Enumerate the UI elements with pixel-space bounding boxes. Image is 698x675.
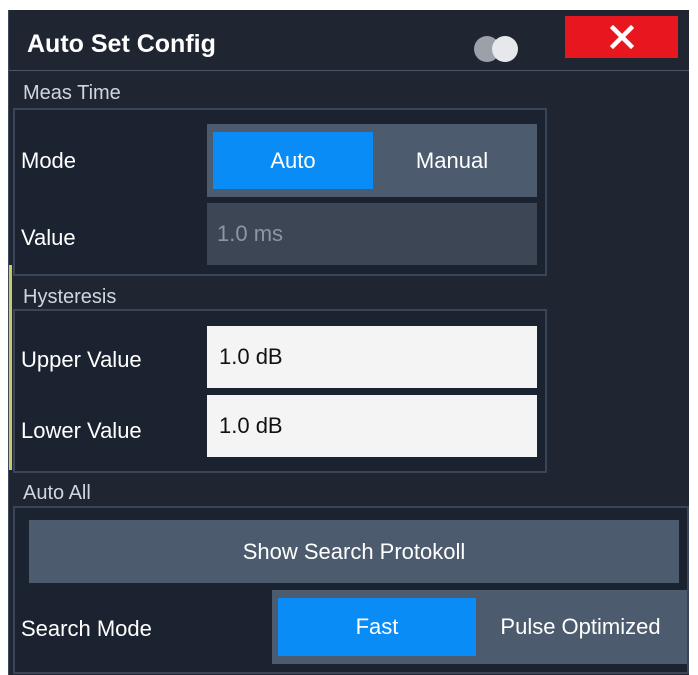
close-button[interactable] <box>565 16 678 58</box>
hysteresis-group: Upper Value 1.0 dB Lower Value 1.0 dB <box>13 309 547 473</box>
auto-all-section-label: Auto All <box>23 482 91 504</box>
meas-time-group: Mode Auto Manual Value 1.0 ms <box>13 108 547 276</box>
hysteresis-section-label: Hysteresis <box>23 286 117 308</box>
mode-label: Mode <box>21 148 77 173</box>
mode-selector: Auto Manual <box>207 124 537 197</box>
meas-time-value-field[interactable]: 1.0 ms <box>207 203 537 265</box>
search-mode-fast-button[interactable]: Fast <box>278 598 476 656</box>
upper-value-field[interactable]: 1.0 dB <box>207 326 537 388</box>
search-mode-label: Search Mode <box>21 616 152 641</box>
search-mode-selector: Fast Pulse Optimized <box>272 590 687 664</box>
lower-value-field[interactable]: 1.0 dB <box>207 395 537 457</box>
value-label: Value <box>21 225 76 250</box>
upper-value-label: Upper Value <box>21 347 142 372</box>
transparency-toggle-icon[interactable] <box>474 36 526 62</box>
auto-all-group: Show Search Protokoll Search Mode Fast P… <box>13 506 689 674</box>
close-icon <box>609 25 634 49</box>
dialog-title: Auto Set Config <box>27 30 216 58</box>
lower-value-label: Lower Value <box>21 418 142 443</box>
auto-set-config-dialog: Auto Set Config Meas Time Mode Auto Manu… <box>8 10 689 675</box>
search-mode-pulse-optimized-button[interactable]: Pulse Optimized <box>478 598 683 656</box>
mode-auto-button[interactable]: Auto <box>213 132 373 189</box>
meas-time-section-label: Meas Time <box>23 82 121 104</box>
show-search-protocol-button[interactable]: Show Search Protokoll <box>29 520 679 583</box>
mode-manual-button[interactable]: Manual <box>373 132 531 189</box>
edge-accent <box>9 265 12 470</box>
title-bar: Auto Set Config <box>9 10 689 71</box>
